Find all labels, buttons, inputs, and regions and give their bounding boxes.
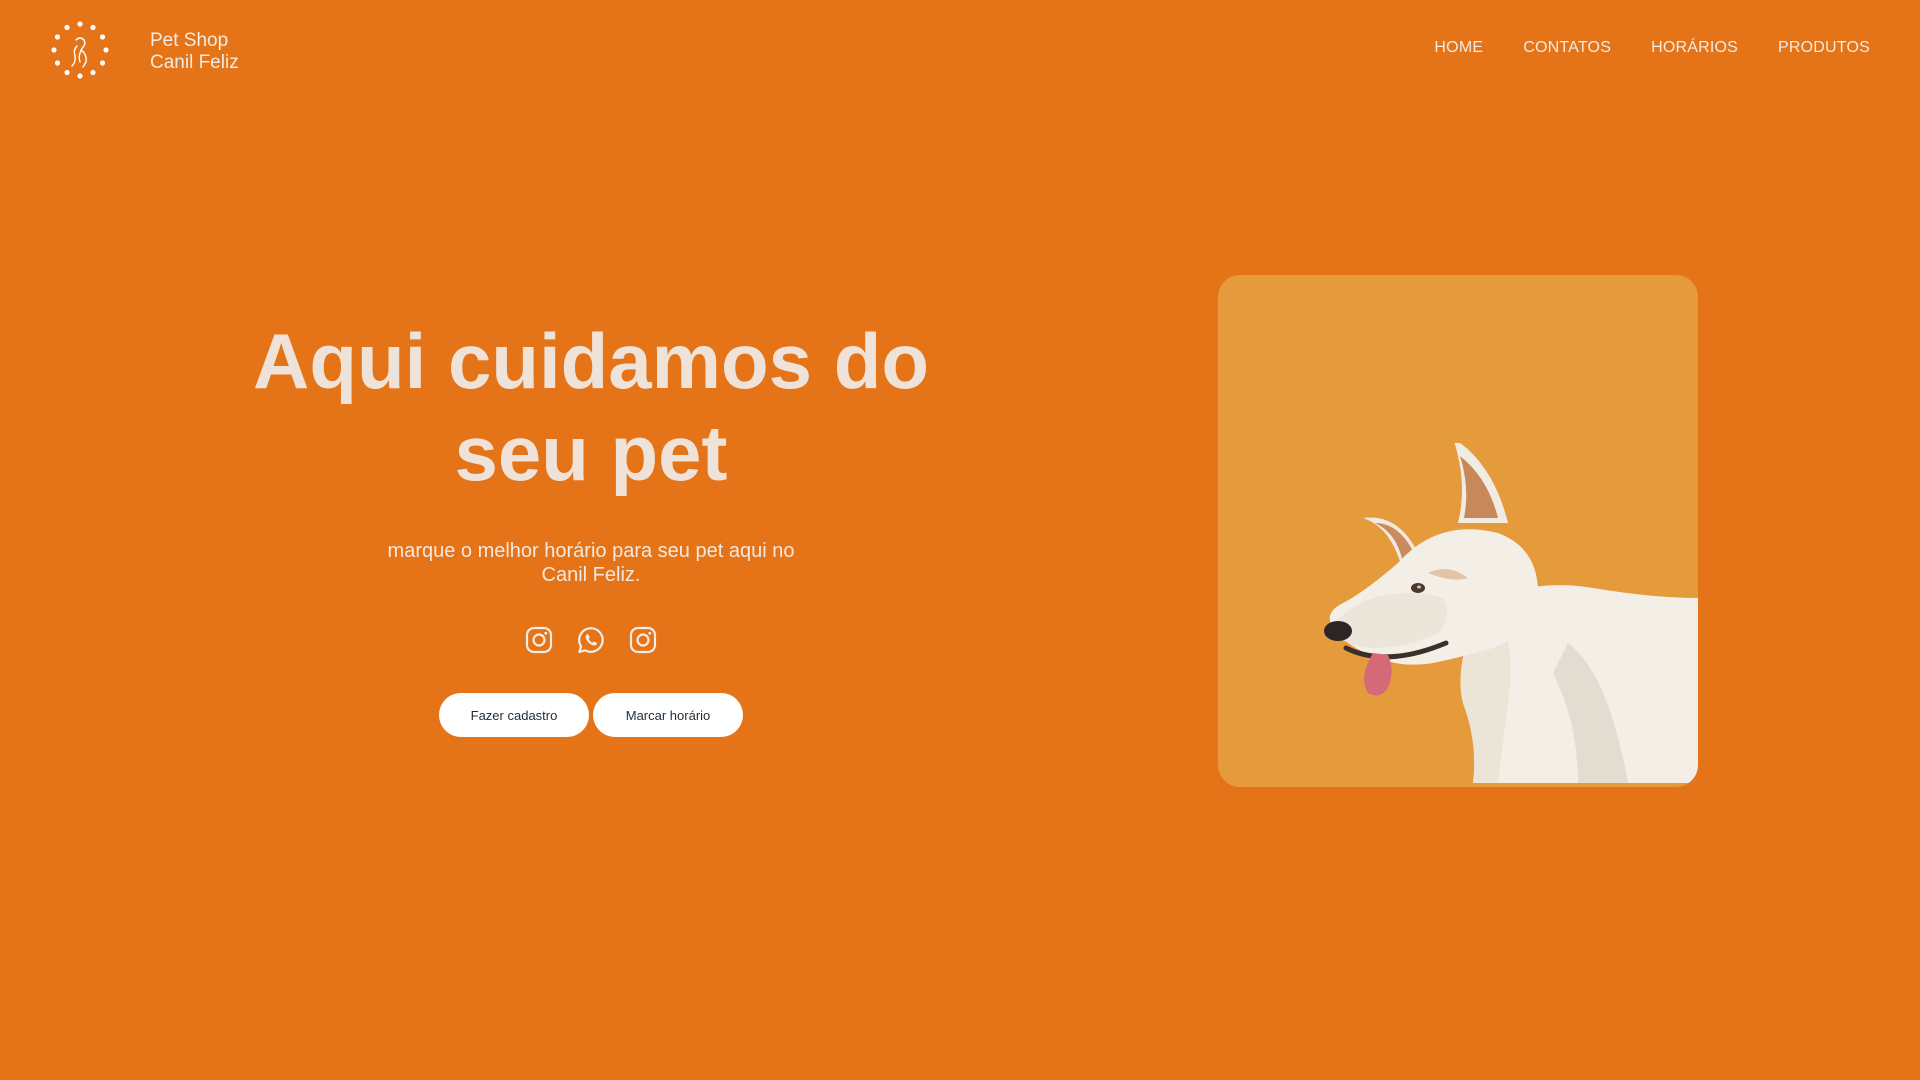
instagram-link[interactable]: [524, 625, 554, 655]
instagram-icon: [629, 626, 657, 654]
paw-wreath-logo-icon: [51, 21, 109, 79]
signup-button[interactable]: Fazer cadastro: [439, 693, 589, 737]
brand-line-2: Canil Feliz: [150, 52, 239, 73]
nav-contatos[interactable]: CONTATOS: [1523, 39, 1611, 57]
dog-photo: [1324, 443, 1698, 783]
brand-line-1: Pet Shop: [150, 30, 229, 51]
whatsapp-link[interactable]: [576, 625, 606, 655]
hero-title: Aqui cuidamos do seu pet: [191, 315, 991, 499]
nav-home[interactable]: HOME: [1434, 39, 1483, 57]
hero-buttons: Fazer cadastro Marcar horário: [191, 693, 991, 737]
hero-image-card: [1218, 275, 1698, 787]
hero-subtitle: marque o melhor horário para seu pet aqu…: [387, 540, 795, 586]
whatsapp-icon: [578, 627, 604, 654]
logo[interactable]: [50, 20, 110, 80]
hero-title-line-1: Aqui cuidamos do: [252, 317, 930, 405]
instagram-link-2[interactable]: [628, 625, 658, 655]
nav-horarios[interactable]: HORÁRIOS: [1651, 39, 1738, 57]
instagram-icon: [525, 626, 553, 654]
main-nav: HOME CONTATOS HORÁRIOS PRODUTOS: [1434, 39, 1870, 57]
schedule-button[interactable]: Marcar horário: [593, 693, 743, 737]
nav-produtos[interactable]: PRODUTOS: [1778, 39, 1870, 57]
hero-section: Aqui cuidamos do seu pet marque o melhor…: [191, 315, 991, 737]
social-links: [191, 625, 991, 655]
brand-name[interactable]: Pet Shop Canil Feliz: [150, 30, 239, 74]
hero-title-line-2: seu pet: [454, 409, 728, 497]
